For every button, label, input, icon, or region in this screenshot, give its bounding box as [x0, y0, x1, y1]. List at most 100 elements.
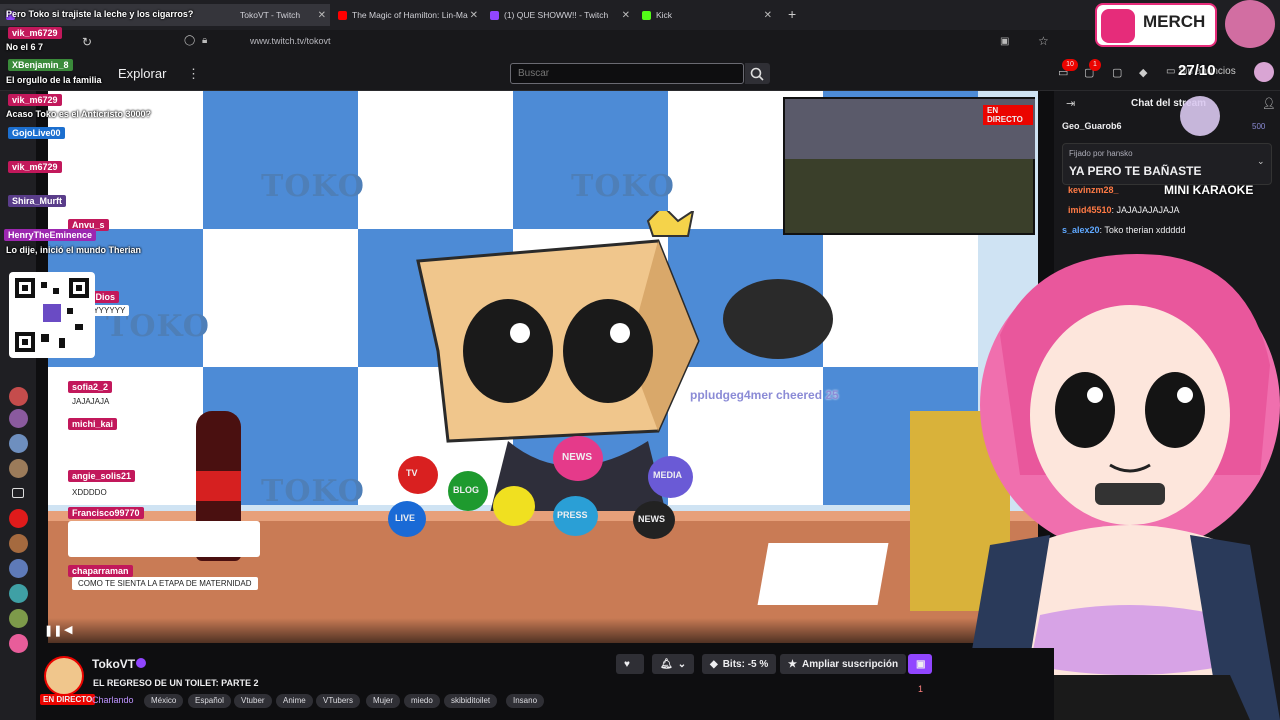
close-tab-icon[interactable]: ✕	[470, 10, 478, 21]
channel-avatar[interactable]	[9, 609, 28, 628]
star-icon: ★	[788, 658, 797, 670]
volume-icon[interactable]: ◀	[64, 623, 72, 636]
bookmark-star-icon[interactable]: ☆	[1038, 34, 1049, 48]
search-button[interactable]	[745, 63, 770, 84]
tag[interactable]: Español	[188, 694, 231, 708]
shield-icon[interactable]: ◯	[184, 35, 195, 46]
channel-avatar[interactable]	[9, 634, 28, 653]
mic-label: MEDIA	[653, 470, 682, 480]
screenshot-icon[interactable]: ▣	[1000, 36, 1009, 47]
vtuber-avatar-icon	[1225, 0, 1275, 48]
bubble-text: JAJAJAJA	[68, 396, 114, 407]
gift-icon: ▣	[916, 658, 926, 670]
inset-live-badge: EN DIRECTO	[983, 105, 1033, 125]
tag[interactable]: miedo	[404, 694, 440, 708]
chat-username[interactable]: kevinzm28_	[1068, 185, 1119, 195]
tag[interactable]: Insano	[506, 694, 545, 708]
toko-logo-text: TOKO	[261, 169, 365, 204]
chevron-down-icon[interactable]: ⌄	[1257, 156, 1265, 167]
channel-avatar[interactable]	[9, 387, 28, 406]
channel-name[interactable]: TokoVT	[92, 657, 135, 671]
microphone: TV	[398, 456, 438, 494]
mic-label: TV	[406, 468, 418, 478]
overlay-username: vik_m6729	[8, 94, 62, 106]
followed-channels-sidebar	[0, 91, 36, 720]
mic-label: NEWS	[638, 514, 665, 524]
tag[interactable]: México	[144, 694, 184, 708]
overlay-counter: 27/10	[1178, 62, 1216, 79]
backdrop-tile	[358, 91, 513, 229]
video-controls	[48, 618, 1038, 643]
tag[interactable]: skibiditoilet	[444, 694, 498, 708]
tag[interactable]: VTubers	[316, 694, 360, 708]
stream-title: EL REGRESO DE UN TOILET: PARTE 2	[93, 678, 259, 688]
new-tab-icon[interactable]: +	[788, 6, 796, 22]
tag[interactable]: Mujer	[366, 694, 401, 708]
kick-favicon-icon	[642, 10, 651, 20]
tab-que-show[interactable]: (1) QUE SHOWW!! - Twitch ✕	[484, 4, 634, 26]
reload-icon[interactable]: ↻	[82, 35, 92, 49]
video-player[interactable]: TOKO TOKO TOKO TOKO TV BLOG NEWS MEDIA P…	[48, 91, 1038, 643]
live-badge: EN DIRECTO	[40, 694, 96, 705]
category-link[interactable]: Charlando	[92, 695, 134, 705]
qr-code-icon	[15, 278, 89, 352]
bubble-username: Francisco99770	[68, 507, 144, 519]
close-tab-icon[interactable]: ✕	[622, 10, 630, 21]
user-avatar[interactable]	[1254, 62, 1274, 82]
explorar-link[interactable]: Explorar	[118, 66, 166, 81]
subscribe-button[interactable]: ★ Ampliar suscripción	[780, 654, 907, 674]
top-gifter-name: Geo_Guarob6	[1062, 121, 1122, 131]
bell-icon: 🔔︎	[660, 658, 673, 670]
microphone: MEDIA	[648, 456, 693, 498]
bits-icon[interactable]: ◆	[1139, 66, 1147, 79]
channel-avatar[interactable]	[9, 459, 28, 478]
follow-button[interactable]: ♥	[616, 654, 644, 674]
channel-avatar[interactable]	[9, 559, 28, 578]
chat-users-icon[interactable]: 👤︎	[1262, 97, 1276, 110]
search-input[interactable]	[510, 63, 744, 84]
channel-avatar[interactable]	[9, 409, 28, 428]
tab-label: (1) QUE SHOWW!! - Twitch	[504, 10, 609, 20]
collapse-chat-icon[interactable]: ⇥	[1066, 97, 1075, 110]
vtuber-model-illustration	[960, 254, 1280, 720]
microphone: NEWS	[553, 436, 603, 481]
merch-label: MERCH	[1143, 12, 1206, 31]
overlay-username: XBenjamin_8	[8, 59, 73, 71]
backdrop-tile	[513, 91, 668, 229]
chat-message-text: JAJAJAJAJAJA	[1116, 205, 1180, 215]
bits-button[interactable]: ◆ Bits: -5 %	[702, 654, 777, 674]
karaoke-overlay: MINI KARAOKE	[1164, 183, 1254, 197]
twitch-favicon-icon	[490, 10, 499, 20]
tab-label: Kick	[656, 10, 673, 20]
pause-icon[interactable]: ❚❚	[44, 624, 62, 637]
channel-avatar[interactable]	[9, 509, 28, 528]
merch-overlay: MERCH	[1095, 3, 1217, 47]
chat-bubble	[68, 199, 174, 211]
tag[interactable]: Vtuber	[234, 694, 272, 708]
whispers-icon[interactable]: ▢	[1112, 66, 1122, 79]
channel-avatar[interactable]	[9, 434, 28, 453]
bottle-label	[196, 471, 241, 501]
pinned-message[interactable]: Fijado por hansko YA PERO TE BAÑASTE ⌄	[1062, 143, 1272, 185]
channel-avatar[interactable]	[9, 534, 28, 553]
top-gifter: Geo_Guarob6	[1062, 121, 1122, 131]
video-icon[interactable]	[12, 488, 24, 498]
tab-kick[interactable]: Kick ✕	[636, 4, 776, 26]
overlay-message: Lo dije, inició el mundo Therian	[6, 245, 142, 255]
notifications-bell-button[interactable]: 🔔︎ ⌄	[652, 654, 694, 674]
microphone: NEWS	[633, 501, 675, 539]
more-icon[interactable]: ⋮	[187, 66, 200, 82]
chat-username[interactable]: imid45510: JAJAJAJAJAJA	[1068, 205, 1180, 215]
close-tab-icon[interactable]: ✕	[318, 10, 326, 21]
gift-button[interactable]: ▣	[908, 654, 932, 674]
bubble-username: sofia2_2	[68, 381, 113, 393]
chevron-down-icon: ⌄	[677, 658, 687, 670]
channel-avatar[interactable]	[9, 584, 28, 603]
tag[interactable]: Anime	[276, 694, 313, 708]
lock-icon[interactable]: 🔒︎	[202, 35, 207, 46]
tab-hamilton[interactable]: The Magic of Hamilton: Lin-Ma ✕	[332, 4, 482, 26]
url-field[interactable]: www.twitch.tv/tokovt	[250, 36, 331, 46]
channel-avatar[interactable]	[44, 656, 84, 696]
overlay-message: El orgullo de la familia	[6, 75, 102, 85]
close-tab-icon[interactable]: ✕	[764, 10, 772, 21]
